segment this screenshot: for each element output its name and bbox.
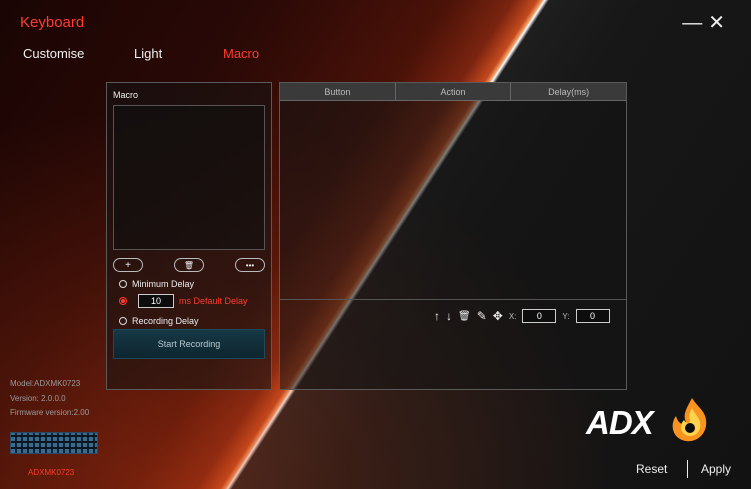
more-icon: ••• bbox=[245, 260, 255, 270]
y-coordinate-input[interactable] bbox=[575, 309, 610, 323]
move-down-icon[interactable]: ↓ bbox=[446, 309, 452, 323]
more-options-button[interactable]: ••• bbox=[235, 258, 265, 272]
tab-macro[interactable]: Macro bbox=[223, 46, 259, 61]
delete-macro-button[interactable]: 🗑 bbox=[174, 258, 204, 272]
default-delay-input[interactable] bbox=[138, 294, 174, 308]
recording-delay-radio[interactable] bbox=[119, 317, 127, 325]
app-window: Keyboard —✕ Customise Light Macro Macro … bbox=[0, 0, 751, 489]
column-action: Action bbox=[396, 83, 512, 100]
trash-icon: 🗑 bbox=[183, 260, 195, 270]
device-model-short: ADXMK0723 bbox=[28, 468, 75, 477]
move-up-icon[interactable]: ↑ bbox=[434, 309, 440, 323]
x-coordinate-input[interactable] bbox=[522, 309, 557, 323]
minimum-delay-option[interactable]: Minimum Delay bbox=[119, 279, 194, 289]
minimum-delay-radio[interactable] bbox=[119, 280, 127, 288]
logo-text: ADX bbox=[586, 404, 654, 441]
add-macro-button[interactable]: + bbox=[113, 258, 143, 272]
column-button: Button bbox=[280, 83, 396, 100]
macro-label: Macro bbox=[113, 90, 139, 100]
delete-action-icon[interactable]: 🗑 bbox=[458, 311, 471, 322]
device-model: Model:ADXMK0723 bbox=[10, 379, 81, 388]
keyboard-thumbnail[interactable] bbox=[10, 432, 98, 454]
action-toolbar: ↑ ↓ 🗑 ✎ ✥ X: Y: bbox=[434, 309, 610, 323]
move-icon[interactable]: ✥ bbox=[493, 309, 503, 323]
apply-button[interactable]: Apply bbox=[701, 462, 731, 476]
macro-action-table: Button Action Delay(ms) ↑ ↓ 🗑 ✎ ✥ X: Y: bbox=[279, 82, 627, 390]
edit-icon[interactable]: ✎ bbox=[477, 309, 487, 323]
adx-logo: ADX bbox=[586, 394, 714, 450]
default-delay-option[interactable]: ms Default Delay bbox=[119, 294, 248, 308]
tab-customise[interactable]: Customise bbox=[23, 46, 84, 61]
tab-bar: Customise Light Macro bbox=[0, 46, 751, 64]
tab-light[interactable]: Light bbox=[134, 46, 162, 61]
macro-panel: Macro + 🗑 ••• Minimum Delay ms Default D… bbox=[106, 82, 272, 390]
recording-delay-option[interactable]: Recording Delay bbox=[119, 316, 199, 326]
window-title: Keyboard bbox=[20, 14, 85, 31]
x-label: X: bbox=[508, 311, 517, 321]
recording-delay-label: Recording Delay bbox=[132, 316, 199, 326]
y-label: Y: bbox=[562, 311, 570, 321]
table-divider bbox=[280, 299, 626, 300]
plus-icon: + bbox=[125, 259, 131, 271]
reset-button[interactable]: Reset bbox=[636, 462, 667, 476]
default-delay-radio[interactable] bbox=[119, 297, 127, 305]
default-delay-label: ms Default Delay bbox=[179, 296, 248, 306]
column-delay: Delay(ms) bbox=[548, 86, 590, 97]
window-controls: —✕ bbox=[682, 10, 731, 35]
device-version: Version: 2.0.0.0 bbox=[10, 394, 66, 403]
flame-icon bbox=[672, 398, 707, 442]
footer-separator bbox=[687, 460, 688, 478]
close-icon[interactable]: ✕ bbox=[708, 12, 731, 34]
start-recording-button[interactable]: Start Recording bbox=[113, 329, 265, 359]
firmware-version: Firmware version:2.00 bbox=[10, 408, 90, 417]
minimize-icon[interactable]: — bbox=[682, 12, 708, 34]
macro-list[interactable] bbox=[113, 105, 265, 250]
minimum-delay-label: Minimum Delay bbox=[132, 279, 195, 289]
table-header: Button Action Delay(ms) bbox=[280, 83, 626, 101]
